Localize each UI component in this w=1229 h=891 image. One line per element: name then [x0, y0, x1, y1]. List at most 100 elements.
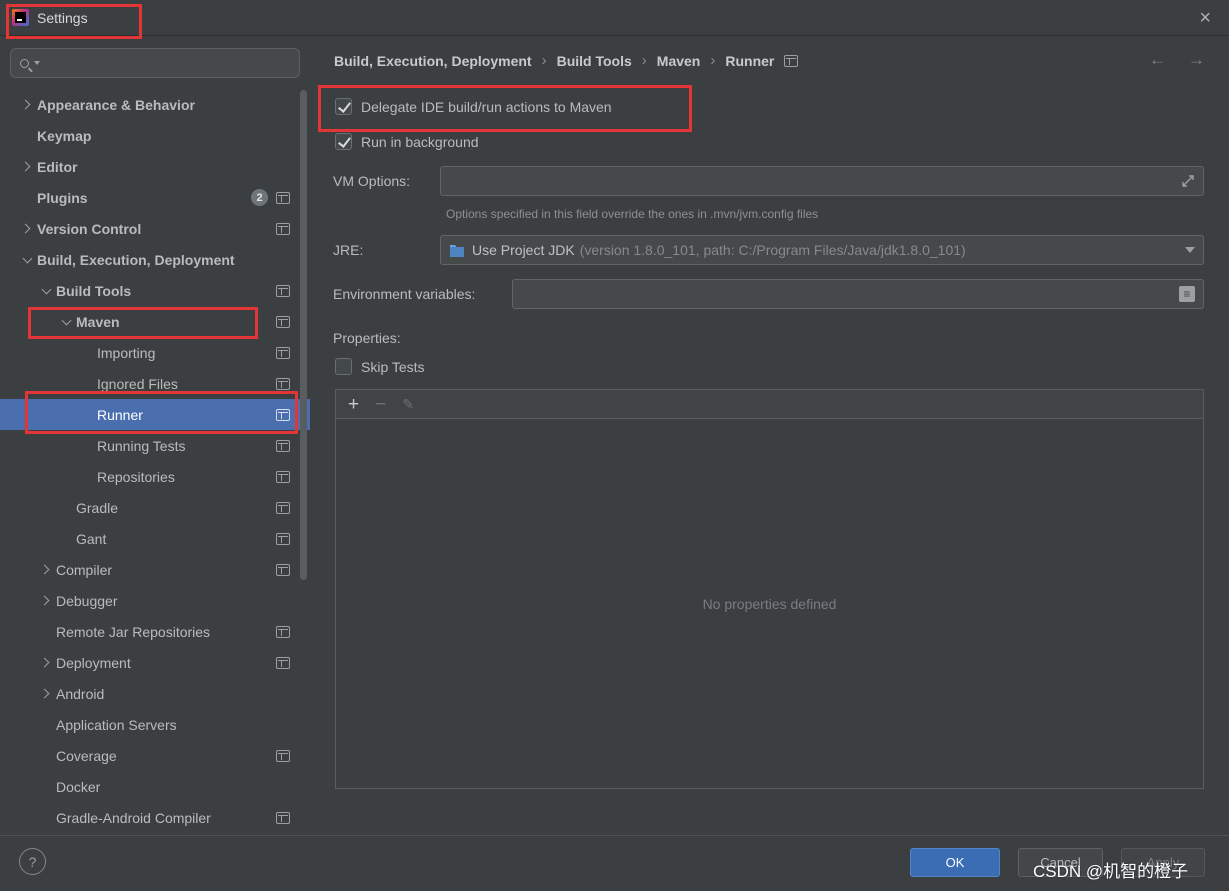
sidebar-item-label: Importing: [97, 344, 156, 361]
sidebar-item-runner[interactable]: Runner: [0, 399, 310, 430]
chevron-down-icon[interactable]: [41, 284, 51, 294]
add-property-icon[interactable]: +: [348, 395, 359, 414]
settings-sidebar: Appearance & Behavior Keymap Editor Plug…: [0, 36, 310, 835]
help-button[interactable]: ?: [19, 848, 46, 875]
sidebar-item-compiler[interactable]: Compiler: [0, 554, 310, 585]
project-settings-icon: [276, 470, 290, 483]
sidebar-item-maven[interactable]: Maven: [0, 306, 310, 337]
sidebar-item-gant[interactable]: Gant: [0, 523, 310, 554]
back-arrow-icon[interactable]: ←: [1149, 50, 1166, 70]
sidebar-item-label: Coverage: [56, 747, 117, 764]
sidebar-item-ignored-files[interactable]: Ignored Files: [0, 368, 310, 399]
chevron-right-icon[interactable]: [39, 657, 50, 668]
sidebar-item-label: Deployment: [56, 654, 131, 671]
sidebar-item-appearance-behavior[interactable]: Appearance & Behavior: [0, 89, 310, 120]
history-navigation: ← →: [1149, 50, 1205, 70]
search-input[interactable]: [10, 48, 300, 78]
close-icon[interactable]: ×: [1199, 6, 1211, 30]
project-settings-icon: [276, 656, 290, 669]
breadcrumb-separator-icon: ›: [710, 52, 716, 69]
sidebar-item-label: Build, Execution, Deployment: [37, 251, 235, 268]
sidebar-item-gradle-android-compiler[interactable]: Gradle-Android Compiler: [0, 802, 310, 833]
chevron-right-icon[interactable]: [20, 223, 31, 234]
delegate-build-run-row: Delegate IDE build/run actions to Maven: [335, 98, 612, 115]
vm-options-label: VM Options:: [333, 173, 411, 189]
sidebar-item-label: Docker: [56, 778, 101, 795]
environment-variables-input[interactable]: ≡: [512, 279, 1204, 309]
delegate-build-run-checkbox[interactable]: [335, 98, 352, 115]
skip-tests-row: Skip Tests: [335, 358, 425, 375]
sidebar-item-label: Debugger: [56, 592, 118, 609]
breadcrumb-item[interactable]: Maven: [657, 53, 701, 69]
sidebar-item-debugger[interactable]: Debugger: [0, 585, 310, 616]
sidebar-item-plugins[interactable]: Plugins 2: [0, 182, 310, 213]
sidebar-item-coverage[interactable]: Coverage: [0, 740, 310, 771]
chevron-right-icon[interactable]: [39, 688, 50, 699]
csdn-watermark: CSDN @机智的橙子: [1033, 862, 1189, 881]
skip-tests-checkbox[interactable]: [335, 358, 352, 375]
sidebar-item-editor[interactable]: Editor: [0, 151, 310, 182]
project-settings-icon: [276, 377, 290, 390]
sidebar-item-label: Compiler: [56, 561, 113, 578]
sidebar-item-label: Gant: [76, 530, 107, 547]
sidebar-item-deployment[interactable]: Deployment: [0, 647, 310, 678]
remove-property-icon[interactable]: −: [375, 395, 386, 414]
sidebar-item-label: Gradle: [76, 499, 119, 516]
sidebar-item-label: Runner: [97, 406, 143, 423]
dropdown-caret-icon[interactable]: [1185, 247, 1195, 253]
sidebar-item-label: Ignored Files: [97, 375, 178, 392]
breadcrumb-item[interactable]: Runner: [725, 53, 774, 69]
project-settings-icon: [276, 749, 290, 762]
chevron-right-icon[interactable]: [20, 161, 31, 172]
chevron-down-icon[interactable]: [61, 315, 71, 325]
chevron-right-icon[interactable]: [20, 99, 31, 110]
run-in-background-checkbox[interactable]: [335, 133, 352, 150]
breadcrumb-separator-icon: ›: [641, 52, 647, 69]
vm-options-input[interactable]: [440, 166, 1204, 196]
sidebar-scrollbar[interactable]: [300, 90, 307, 580]
breadcrumb-item[interactable]: Build Tools: [557, 53, 632, 69]
title-bar: Settings ×: [0, 0, 1229, 36]
properties-empty-text: No properties defined: [702, 595, 837, 612]
sidebar-item-gradle[interactable]: Gradle: [0, 492, 310, 523]
jre-label: JRE:: [333, 242, 364, 258]
sidebar-item-keymap[interactable]: Keymap: [0, 120, 310, 151]
project-settings-icon: [276, 408, 290, 421]
sidebar-item-version-control[interactable]: Version Control: [0, 213, 310, 244]
window-title: Settings: [37, 9, 88, 26]
sidebar-item-label: Build Tools: [56, 282, 132, 299]
sidebar-item-label: Running Tests: [97, 437, 186, 454]
jre-dropdown[interactable]: Use Project JDK (version 1.8.0_101, path…: [440, 235, 1204, 265]
forward-arrow-icon[interactable]: →: [1188, 50, 1205, 70]
jdk-folder-icon: [450, 245, 464, 257]
sidebar-item-android[interactable]: Android: [0, 678, 310, 709]
ok-button[interactable]: OK: [910, 848, 1000, 877]
project-settings-icon: [276, 191, 290, 204]
vm-options-hint: Options specified in this field override…: [446, 207, 819, 221]
sidebar-item-build-tools[interactable]: Build Tools: [0, 275, 310, 306]
sidebar-item-importing[interactable]: Importing: [0, 337, 310, 368]
chevron-down-icon[interactable]: [22, 253, 32, 263]
chevron-right-icon[interactable]: [39, 564, 50, 575]
sidebar-item-label: Version Control: [37, 220, 142, 237]
project-settings-icon: [276, 439, 290, 452]
edit-property-icon[interactable]: ✎: [402, 396, 414, 413]
expand-field-icon[interactable]: [1181, 174, 1195, 188]
sidebar-item-docker[interactable]: Docker: [0, 771, 310, 802]
plugins-count-badge: 2: [251, 189, 268, 206]
chevron-right-icon[interactable]: [39, 595, 50, 606]
sidebar-item-remote-jar-repositories[interactable]: Remote Jar Repositories: [0, 616, 310, 647]
sidebar-item-application-servers[interactable]: Application Servers: [0, 709, 310, 740]
breadcrumb-item[interactable]: Build, Execution, Deployment: [334, 53, 532, 69]
sidebar-item-label: Repositories: [97, 468, 175, 485]
browse-variables-icon[interactable]: ≡: [1179, 286, 1195, 302]
sidebar-item-running-tests[interactable]: Running Tests: [0, 430, 310, 461]
sidebar-item-repositories[interactable]: Repositories: [0, 461, 310, 492]
jre-selected-detail: (version 1.8.0_101, path: C:/Program Fil…: [579, 242, 966, 258]
jre-selected-value: Use Project JDK: [472, 242, 575, 258]
properties-table[interactable]: No properties defined: [335, 418, 1204, 789]
project-settings-icon: [276, 346, 290, 359]
sidebar-item-build-execution-deployment[interactable]: Build, Execution, Deployment: [0, 244, 310, 275]
sidebar-item-label: Appearance & Behavior: [37, 96, 195, 113]
sidebar-item-label: Keymap: [37, 127, 92, 144]
